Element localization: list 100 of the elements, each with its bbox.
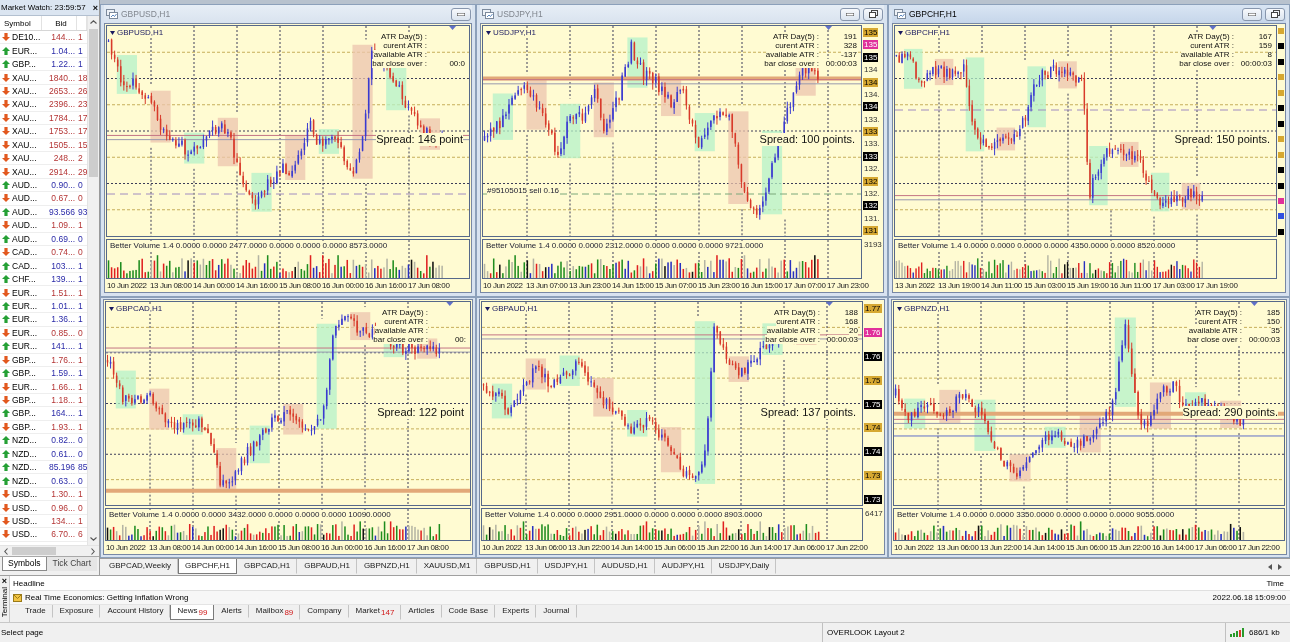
symbol-name: CHF...: [11, 274, 37, 285]
minimize-button[interactable]: [451, 7, 471, 21]
chart-tab[interactable]: GBPCHF,H1: [178, 559, 237, 574]
shift-marker-icon[interactable]: [1250, 302, 1258, 306]
scroll-right-button[interactable]: [1276, 563, 1284, 571]
restore-button[interactable]: [863, 7, 883, 21]
caret-down-icon[interactable]: [485, 306, 490, 311]
caret-down-icon[interactable]: [110, 30, 115, 35]
scrollbar[interactable]: [87, 16, 99, 545]
price-label: 135: [863, 52, 879, 62]
symbol-name: XAU...: [11, 72, 38, 83]
chart-tab[interactable]: USDJPY,Daily: [711, 559, 777, 574]
symbol-name: NZD...: [11, 435, 38, 446]
unread-count: 89: [284, 608, 294, 617]
price-label: 134: [863, 77, 879, 87]
time-label: 15 Jun 23:00: [698, 280, 740, 290]
chart-tab[interactable]: GBPCAD,H1: [237, 559, 298, 574]
time-label: 14 Jun 11:00: [981, 280, 1022, 290]
shift-marker-icon[interactable]: [446, 302, 454, 306]
minimize-icon: [846, 12, 854, 16]
caret-down-icon[interactable]: [897, 306, 902, 311]
price-label: 133.: [863, 139, 881, 149]
bid-price: 1784...: [49, 112, 76, 123]
price-label: 134: [863, 102, 879, 112]
chevron-left-icon: [4, 547, 8, 555]
bid-price: 103....: [51, 260, 76, 271]
atr-value: 00:00:03: [1240, 59, 1272, 68]
price-label: 1.73: [864, 471, 882, 481]
bid-price: 0.61...: [51, 448, 76, 459]
time-label: 15 Jun 06:00: [654, 542, 696, 552]
chart-tab[interactable]: AUDJPY,H1: [654, 559, 712, 574]
time-label: 13 Jun 23:00: [569, 280, 611, 290]
ask-price: 17: [77, 112, 87, 123]
ask-price: 0: [77, 502, 84, 513]
price-label: 135: [863, 28, 879, 37]
atr-label: available ATR :: [1188, 326, 1242, 335]
scroll-thumb[interactable]: [12, 547, 56, 555]
shift-marker-icon[interactable]: [825, 302, 833, 306]
atr-label: bar close over :: [373, 335, 428, 344]
chart-tab[interactable]: USDJPY,H1: [537, 559, 595, 574]
bid-price: 1753...: [49, 126, 76, 137]
panel-tab[interactable]: Tick Chart: [46, 557, 97, 571]
chart-tab[interactable]: GBPAUD,H1: [297, 559, 357, 574]
atr-label: curent ATR :: [383, 41, 427, 50]
restore-button[interactable]: [1265, 7, 1285, 21]
terminal-tab[interactable]: Code Base: [441, 605, 496, 618]
scroll-left-button[interactable]: [1266, 563, 1274, 571]
symbol-name: CAD...: [11, 247, 39, 258]
chart-tab[interactable]: GBPNZD,H1: [356, 559, 417, 574]
time-label: 13 Jun 07:00: [526, 280, 568, 290]
chart-tab[interactable]: GBPUSD,H1: [477, 559, 538, 574]
column-header[interactable]: Symbol: [0, 16, 42, 30]
minimize-icon: [457, 12, 465, 16]
caret-down-icon[interactable]: [109, 306, 114, 311]
ask-price: 0: [77, 475, 84, 486]
atr-label: bar close over :: [764, 59, 819, 68]
price-label: 1.75: [864, 399, 882, 409]
volume-indicator-label: Better Volume 1.4 0.0000 0.0000 3432.0000 0.0000 0.0000 0.0000 10090.0000: [109, 510, 391, 519]
shift-marker-icon[interactable]: [825, 26, 833, 30]
column-header[interactable]: Headline: [10, 578, 51, 588]
price-label: 1.75: [864, 375, 882, 385]
terminal-tab[interactable]: Articles: [401, 605, 442, 618]
time-label: 17 Jun 22:00: [826, 542, 868, 552]
symbol-name: EUR...: [11, 45, 39, 56]
shift-marker-icon[interactable]: [1209, 26, 1217, 30]
close-button[interactable]: ×: [1, 576, 8, 586]
chart-symbol-label: GBPUSD,H1: [117, 28, 164, 37]
bid-price: 1.59...: [51, 368, 76, 379]
terminal-tab[interactable]: Alerts: [214, 605, 249, 618]
terminal-tab[interactable]: Exposure: [52, 605, 101, 618]
terminal-tab[interactable]: Company: [300, 605, 349, 618]
time-label: 17 Jun 23:00: [827, 280, 869, 290]
column-header[interactable]: Time: [1263, 578, 1290, 588]
panel-tab[interactable]: Symbols: [2, 557, 47, 571]
terminal-tab[interactable]: Trade: [18, 605, 53, 618]
column-header[interactable]: Bid: [42, 16, 77, 30]
chevron-up-icon: [90, 20, 97, 24]
caret-down-icon[interactable]: [898, 30, 903, 35]
chart-tab[interactable]: AUDUSD,H1: [594, 559, 655, 574]
bid-price: 0.63...: [51, 475, 76, 486]
price-label: 1.76: [864, 327, 882, 337]
ask-price: 26: [77, 85, 87, 96]
shift-marker-icon[interactable]: [449, 26, 457, 30]
ask-price: 29: [77, 166, 87, 177]
terminal-tab[interactable]: Experts: [495, 605, 537, 618]
bid-price: 2914...: [49, 166, 76, 177]
scroll-thumb[interactable]: [89, 29, 98, 177]
terminal-tab[interactable]: Journal: [536, 605, 577, 618]
chart-tab[interactable]: XAUUSD,M1: [416, 559, 478, 574]
volume-scale-label: 3193: [863, 240, 882, 249]
bid-price: 6.70...: [51, 529, 76, 540]
ask-price: 17: [77, 126, 87, 137]
close-button[interactable]: ×: [92, 2, 98, 13]
atr-value: 00:00:03: [826, 335, 858, 344]
news-row[interactable]: Real Time Economics: Getting Inflation Wrong 2022.06.18 15:09:00: [10, 591, 1290, 605]
symbol-name: XAU...: [11, 166, 38, 177]
atr-value: 00:: [454, 335, 466, 344]
caret-down-icon[interactable]: [486, 30, 491, 35]
bid-price: 248...: [53, 153, 76, 164]
horizontal-scrollbar[interactable]: [0, 545, 99, 556]
